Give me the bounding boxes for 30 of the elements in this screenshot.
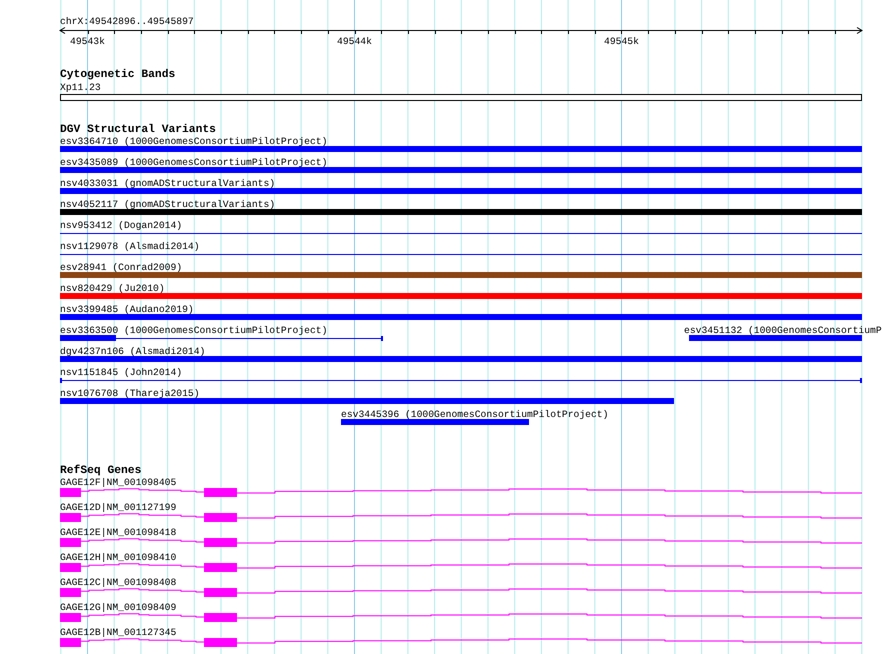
variant-label: nsv4033031 (gnomADStructuralVariants) (60, 178, 276, 189)
variant-label: esv3435089 (1000GenomesConsortiumPilotProject) (60, 157, 328, 168)
gene-label: GAGE12G|NM_001098409 (60, 602, 176, 613)
variant-label: esv3363500 (1000GenomesConsortiumPilotProject) (60, 325, 328, 336)
variant-label: nsv1151845 (John2014) (60, 367, 182, 378)
variant-label: esv3451132 (1000GenomesConsortiumP (684, 325, 882, 336)
variant-label: nsv820429 (Ju2010) (60, 283, 165, 294)
variant-label: esv3364710 (1000GenomesConsortiumPilotProject) (60, 136, 328, 147)
tick-label: 49544k (337, 36, 372, 47)
gene-label: GAGE12B|NM_001127345 (60, 627, 176, 638)
band-label: Xp11.23 (60, 82, 101, 93)
gene-label: GAGE12E|NM_001098418 (60, 527, 176, 538)
variant-label: nsv3399485 (Audano2019) (60, 304, 194, 315)
variant-label: dgv4237n106 (Alsmadi2014) (60, 346, 206, 357)
tick-label: 49543k (70, 36, 105, 47)
gene-label: GAGE12D|NM_001127199 (60, 502, 176, 513)
location-label: chrX:49542896..49545897 (60, 16, 194, 27)
track-title: Cytogenetic Bands (60, 69, 176, 81)
gene-label: GAGE12C|NM_001098408 (60, 577, 176, 588)
variant-label: nsv953412 (Dogan2014) (60, 220, 182, 231)
variant-label: nsv4052117 (gnomADStructuralVariants) (60, 199, 276, 210)
gene-label: GAGE12F|NM_001098405 (60, 477, 176, 488)
track-title: DGV Structural Variants (60, 124, 216, 136)
variant-label: nsv1076708 (Thareja2015) (60, 388, 200, 399)
tick-label: 49545k (604, 36, 639, 47)
gene-label: GAGE12H|NM_001098410 (60, 552, 176, 563)
variant-label: esv28941 (Conrad2009) (60, 262, 182, 273)
variant-label: esv3445396 (1000GenomesConsortiumPilotProject) (341, 409, 608, 420)
variant-label: nsv1129078 (Alsmadi2014) (60, 241, 200, 252)
track-title: RefSeq Genes (60, 465, 142, 477)
